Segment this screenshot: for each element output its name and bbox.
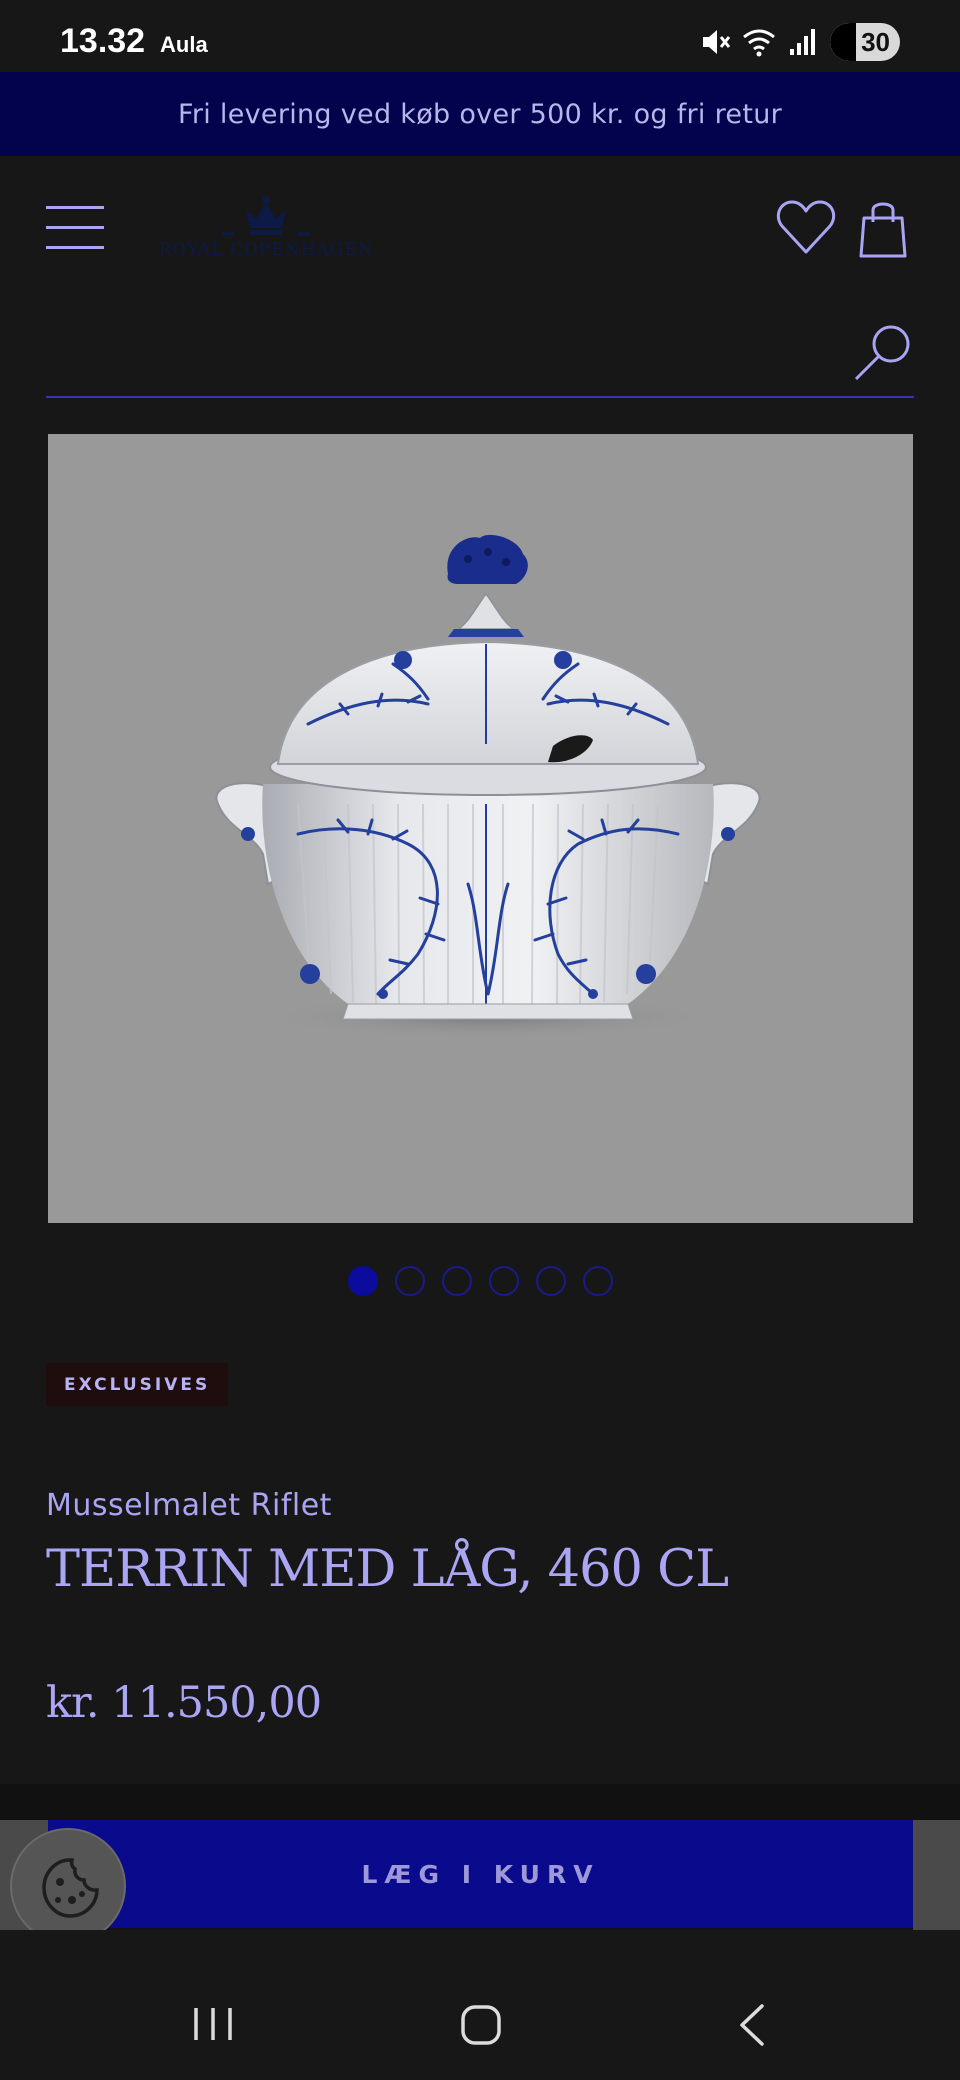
carousel-dot-6[interactable] — [583, 1266, 613, 1296]
status-time: 13.32 — [60, 22, 146, 60]
recent-apps-icon[interactable] — [188, 2004, 238, 2044]
mute-icon — [703, 30, 731, 54]
promo-banner[interactable]: Fri levering ved køb over 500 kr. og fri… — [0, 72, 960, 156]
search-bar — [46, 316, 914, 398]
status-bar: 13.32 Aula 30 — [0, 0, 960, 72]
product-collection[interactable]: Musselmalet Riflet — [46, 1488, 332, 1523]
cookie-settings-button[interactable] — [10, 1828, 126, 1944]
product-price: kr. 11.550,00 — [46, 1678, 322, 1728]
image-carousel-dots — [348, 1266, 613, 1298]
heart-icon — [776, 200, 836, 254]
home-icon[interactable] — [460, 2004, 502, 2046]
carousel-dot-2[interactable] — [395, 1266, 425, 1296]
product-title: TERRIN MED LÅG, 460 CL — [46, 1540, 729, 1599]
brand-logo[interactable]: ROYAL COPENHAGEN — [138, 194, 394, 270]
menu-button[interactable] — [46, 206, 104, 250]
battery-indicator: 30 — [830, 23, 900, 61]
carousel-dot-5[interactable] — [536, 1266, 566, 1296]
add-to-cart-label: LÆG I KURV — [361, 1859, 600, 1889]
cart-button[interactable] — [856, 198, 910, 260]
carousel-dot-3[interactable] — [442, 1266, 472, 1296]
battery-level: 30 — [861, 26, 890, 57]
status-app-name: Aula — [160, 32, 208, 57]
search-input[interactable] — [46, 316, 836, 394]
exclusives-badge: EXCLUSIVES — [46, 1363, 229, 1406]
wifi-icon — [743, 29, 775, 57]
logo-text: ROYAL COPENHAGEN — [158, 240, 374, 260]
wishlist-button[interactable] — [776, 198, 836, 256]
status-icons: 30 — [698, 22, 900, 62]
search-icon[interactable] — [852, 322, 914, 384]
signal-icon — [790, 29, 815, 55]
tureen-image — [215, 534, 761, 1039]
promo-banner-text: Fri levering ved køb over 500 kr. og fri… — [177, 98, 783, 130]
cookie-icon — [42, 1858, 99, 1918]
crown-logo-icon — [222, 196, 310, 236]
carousel-dot-4[interactable] — [489, 1266, 519, 1296]
back-icon[interactable] — [732, 2002, 772, 2048]
sticky-edge-right — [913, 1820, 960, 1930]
add-to-cart-button[interactable]: LÆG I KURV — [48, 1820, 913, 1928]
shopping-bag-icon — [859, 202, 907, 258]
menu-icon — [46, 206, 104, 209]
badge-label: EXCLUSIVES — [64, 1374, 211, 1395]
carousel-dot-1[interactable] — [348, 1266, 378, 1296]
product-image[interactable] — [48, 434, 913, 1223]
